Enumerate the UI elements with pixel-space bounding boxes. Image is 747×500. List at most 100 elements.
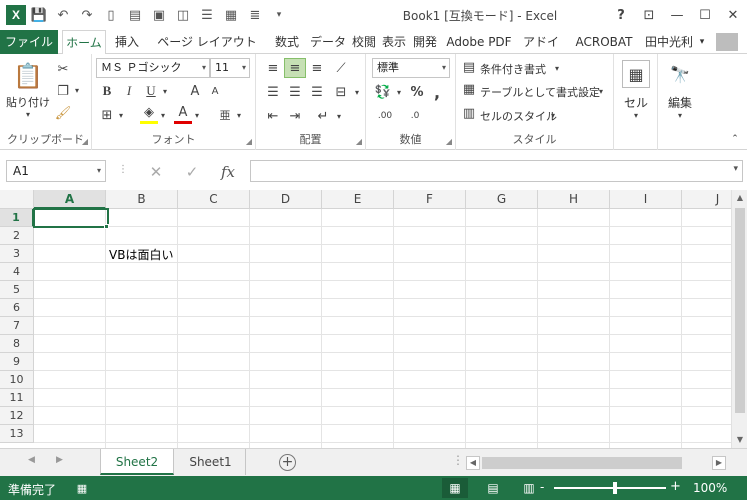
confirm-entry-icon[interactable]: ✓: [178, 161, 206, 183]
zoom-level[interactable]: 100%: [693, 481, 727, 495]
column-header-e[interactable]: E: [322, 190, 394, 209]
currency-icon[interactable]: 💱: [372, 82, 394, 102]
save-as-icon[interactable]: ▣: [148, 4, 170, 26]
active-cell-selection[interactable]: [33, 208, 109, 228]
user-account[interactable]: 田中光利: [643, 30, 695, 54]
cell-styles-icon[interactable]: ▥: [460, 104, 478, 122]
italic-button[interactable]: I: [120, 82, 138, 100]
normal-view-icon[interactable]: ▦: [442, 478, 468, 498]
select-all-corner[interactable]: [0, 190, 34, 209]
column-header-i[interactable]: I: [610, 190, 682, 209]
zoom-slider-thumb[interactable]: [613, 482, 617, 494]
print-preview-icon[interactable]: ▤: [124, 4, 146, 26]
phonetic-dropdown-icon[interactable]: ▾: [234, 109, 244, 121]
copy-icon[interactable]: ❐: [52, 80, 74, 102]
tab-developer[interactable]: 開発: [410, 30, 440, 54]
font-launcher-icon[interactable]: ◢: [246, 137, 252, 146]
column-header-h[interactable]: H: [538, 190, 610, 209]
name-box-dropdown-icon[interactable]: ▾: [97, 161, 101, 181]
fill-color-icon[interactable]: ◈: [140, 104, 158, 124]
tab-home[interactable]: ホーム: [62, 30, 106, 55]
number-launcher-icon[interactable]: ◢: [446, 137, 452, 146]
collapse-ribbon-icon[interactable]: ⌃: [728, 132, 742, 146]
percent-button[interactable]: %: [408, 82, 426, 102]
cell-styles-dropdown-icon[interactable]: ▾: [548, 109, 558, 121]
tab-acrobat[interactable]: ACROBAT: [568, 30, 640, 54]
increase-indent-icon[interactable]: ⇥: [284, 106, 306, 126]
zoom-slider-track[interactable]: [554, 487, 666, 489]
row-header-10[interactable]: 10: [0, 371, 34, 389]
currency-dropdown-icon[interactable]: ▾: [394, 86, 404, 98]
vertical-scrollbar[interactable]: ▲ ▼: [731, 190, 747, 448]
expand-formula-bar-icon[interactable]: ▾: [733, 164, 738, 174]
maximize-icon[interactable]: ☐: [691, 0, 719, 30]
paste-icon[interactable]: 📋: [10, 60, 46, 92]
scroll-down-icon[interactable]: ▼: [732, 432, 747, 448]
tab-view[interactable]: 表示: [380, 30, 408, 54]
cut-icon[interactable]: ✂: [52, 58, 74, 80]
row-header-6[interactable]: 6: [0, 299, 34, 317]
account-dropdown-icon[interactable]: ▾: [695, 30, 709, 54]
paste-dropdown-icon[interactable]: ▾: [22, 109, 34, 119]
format-as-table-icon[interactable]: ▦: [460, 80, 478, 98]
scroll-left-icon[interactable]: ◀: [466, 456, 480, 470]
merge-dropdown-icon[interactable]: ▾: [352, 86, 362, 98]
ribbon-display-icon[interactable]: ⊡: [635, 0, 663, 30]
format-painter-icon[interactable]: 🖌: [52, 102, 74, 124]
merge-center-icon[interactable]: ⊟: [330, 82, 352, 102]
cells-button[interactable]: セル: [624, 94, 648, 111]
wrap-text-dropdown-icon[interactable]: ▾: [334, 110, 344, 122]
cells-icon[interactable]: ▦: [622, 60, 650, 88]
tab-page-layout[interactable]: ページ レイアウト: [148, 30, 266, 54]
column-header-d[interactable]: D: [250, 190, 322, 209]
tab-insert[interactable]: 挿入: [110, 30, 144, 54]
fill-handle[interactable]: [104, 224, 109, 229]
copy-dropdown-icon[interactable]: ▾: [72, 84, 82, 96]
macro-record-icon[interactable]: ▦: [74, 480, 90, 496]
minimize-icon[interactable]: —: [663, 0, 691, 30]
font-color-dropdown-icon[interactable]: ▾: [192, 109, 202, 121]
shrink-font-button[interactable]: A: [206, 82, 224, 100]
camera-icon[interactable]: ◫: [172, 4, 194, 26]
align-bottom-icon[interactable]: ≡: [306, 58, 328, 78]
clipboard-launcher-icon[interactable]: ◢: [82, 137, 88, 146]
row-header-2[interactable]: 2: [0, 227, 34, 245]
row-header-8[interactable]: 8: [0, 335, 34, 353]
tab-review[interactable]: 校閲: [350, 30, 378, 54]
underline-button[interactable]: U: [142, 82, 160, 100]
align-left-icon[interactable]: ☰: [262, 82, 284, 102]
help-button[interactable]: ?: [607, 0, 635, 30]
cells-dropdown-icon[interactable]: ▾: [630, 110, 642, 120]
row-header-1[interactable]: 1: [0, 209, 34, 227]
row-header-9[interactable]: 9: [0, 353, 34, 371]
font-size-combo[interactable]: 11 ▾: [210, 58, 250, 78]
grow-font-button[interactable]: A: [186, 82, 204, 100]
format-as-table-dropdown-icon[interactable]: ▾: [596, 85, 606, 97]
orientation-icon[interactable]: ⟋: [330, 58, 352, 78]
cell-b3[interactable]: VBは面白い: [109, 246, 173, 264]
editing-button[interactable]: 編集: [668, 94, 692, 111]
tab-file[interactable]: ファイル: [0, 30, 58, 54]
row-header-7[interactable]: 7: [0, 317, 34, 335]
alignment-launcher-icon[interactable]: ◢: [356, 137, 362, 146]
row-header-4[interactable]: 4: [0, 263, 34, 281]
fill-color-dropdown-icon[interactable]: ▾: [158, 109, 168, 121]
cell-styles-button[interactable]: セルのスタイル: [480, 108, 557, 124]
column-header-c[interactable]: C: [178, 190, 250, 209]
format-as-table-button[interactable]: テーブルとして書式設定: [480, 84, 600, 100]
conditional-format-icon[interactable]: ▤: [460, 58, 478, 76]
add-sheet-icon[interactable]: +: [279, 454, 296, 471]
cancel-entry-icon[interactable]: ✕: [142, 161, 170, 183]
find-binoculars-icon[interactable]: 🔭: [666, 60, 694, 88]
row-header-3[interactable]: 3: [0, 245, 34, 263]
row-header-5[interactable]: 5: [0, 281, 34, 299]
table-icon[interactable]: ▦: [220, 4, 242, 26]
increase-decimal-button[interactable]: .00: [372, 106, 398, 126]
row-header-11[interactable]: 11: [0, 389, 34, 407]
horizontal-scrollbar[interactable]: ◀ ▶: [466, 456, 726, 470]
decrease-indent-icon[interactable]: ⇤: [262, 106, 284, 126]
worksheet-grid[interactable]: ABCDEFGHIJ 1 2 3 4 5 6 7 8 9 10 11 12 13 VBは面白い ▲ ▼: [0, 190, 747, 448]
sheet-tab-sheet1[interactable]: Sheet1: [176, 449, 246, 475]
save-icon[interactable]: 💾: [28, 4, 50, 26]
close-icon[interactable]: ✕: [719, 0, 747, 30]
